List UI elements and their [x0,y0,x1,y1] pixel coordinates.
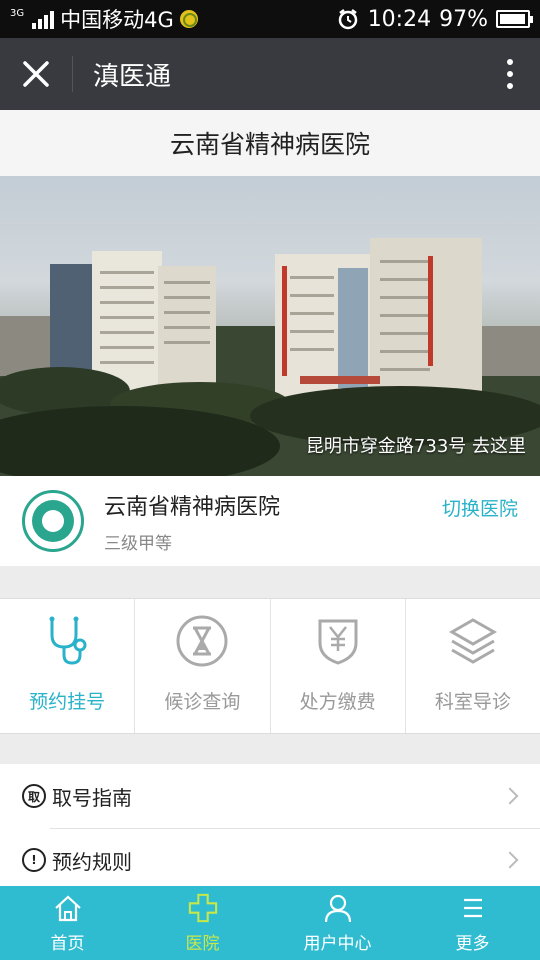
status-bar: 3G​ 中国移动4G 10:24 97% [0,0,540,38]
tab-hospital[interactable]: 医院 [135,886,270,960]
function-grid: 预约挂号 候诊查询 处方缴费 科室导诊 [0,598,540,734]
hospital-logo-emblem [32,500,74,542]
hospital-name: 云南省精神病医院 [104,494,281,520]
signal-icon [32,9,55,29]
hospital-buildings-illustration [0,238,540,476]
chevron-right-icon [501,787,519,805]
more-menu-button[interactable] [480,38,540,110]
clock-label: 10:24 [367,6,432,32]
tab-label: 用户中心 [303,934,372,954]
network-type-icon: 3G​ [10,8,25,19]
ticket-icon: 取 [22,784,46,808]
function-department-guide[interactable]: 科室导诊 [406,599,540,733]
function-label: 科室导诊 [434,691,511,713]
function-label: 候诊查询 [164,691,241,713]
carrier-label: 中国移动4G [60,8,174,32]
status-left: 3G​ 中国移动4G [10,4,198,34]
tab-more[interactable]: 更多 [405,886,540,960]
switch-hospital-link[interactable]: 切换医院 [442,494,518,521]
bottom-tab-bar: 首页 医院 用户中心 更多 [0,886,540,960]
hospital-cross-icon [188,893,218,923]
tab-label: 更多 [455,934,490,954]
tab-user-center[interactable]: 用户中心 [270,886,405,960]
list-item-booking-rules[interactable]: ! 预约规则 [0,828,540,892]
nav-bar: 滇医通 [0,38,540,110]
info-list: 取 取号指南 ! 预约规则 [0,764,540,892]
home-icon [53,893,83,923]
hospital-level: 三级甲等 [104,533,172,554]
more-dot-icon [507,59,513,65]
tab-home[interactable]: 首页 [0,886,135,960]
hourglass-icon [174,613,230,669]
banner-address-link[interactable]: 昆明市穿金路733号 去这里 [306,432,526,458]
close-button[interactable] [0,38,72,110]
battery-percent: 97% [439,6,488,32]
more-dot-icon [507,83,513,89]
tab-label: 医院 [185,934,220,954]
user-icon [323,893,353,923]
more-dot-icon [507,71,513,77]
hospital-banner-image: 昆明市穿金路733号 去这里 [0,176,540,476]
hospital-text: 云南省精神病医院 三级甲等 [104,489,280,554]
stethoscope-icon [39,613,95,669]
function-prescription-payment[interactable]: 处方缴费 [271,599,406,733]
alarm-icon [338,9,357,30]
function-label: 预约挂号 [29,691,106,713]
nav-divider [72,56,73,92]
layers-icon [445,613,501,669]
list-item-label: 预约规则 [52,849,132,874]
page-title: 云南省精神病医院 [0,110,540,176]
info-alert-icon: ! [22,848,46,872]
status-right: 10:24 97% [336,6,533,32]
chevron-right-icon [501,851,519,869]
battery-icon [496,10,533,28]
function-label: 处方缴费 [299,691,376,713]
menu-icon [458,893,488,923]
tab-label: 首页 [50,934,85,954]
close-icon [23,61,49,87]
hospital-logo [22,490,84,552]
yen-shield-icon [310,613,366,669]
hospital-info-card: 云南省精神病医院 三级甲等 切换医院 [0,476,540,566]
list-item-ticket-guide[interactable]: 取 取号指南 [0,764,540,828]
nav-title: 滇医通 [93,61,172,92]
data-globe-icon [179,10,198,28]
list-item-label: 取号指南 [52,785,132,810]
function-queue-query[interactable]: 候诊查询 [135,599,271,733]
function-appointment[interactable]: 预约挂号 [0,599,136,733]
